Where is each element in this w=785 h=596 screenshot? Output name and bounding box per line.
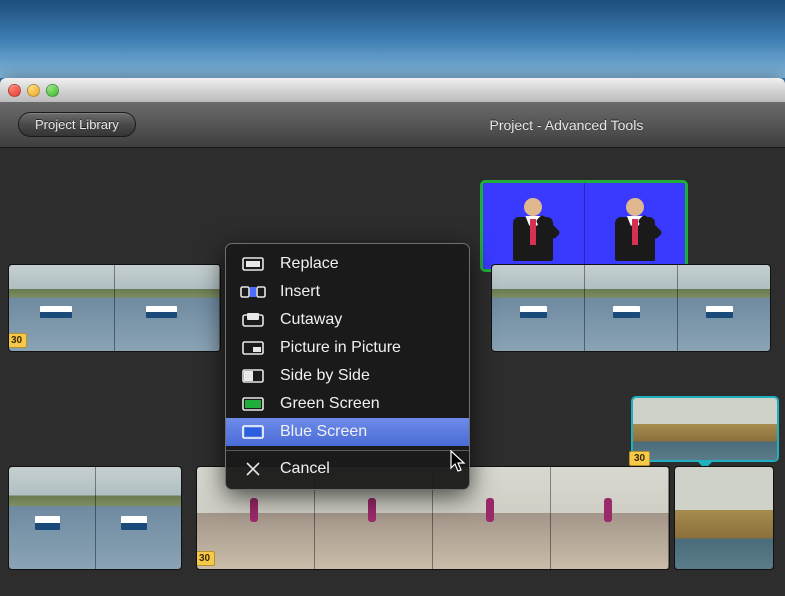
dragged-clip[interactable]	[480, 180, 688, 272]
drop-context-menu: Replace Insert Cutaway Picture in Pictur…	[225, 243, 470, 490]
toolbar: Project Library Project - Advanced Tools	[0, 102, 785, 148]
blue-screen-icon	[240, 423, 266, 441]
menu-item-label: Blue Screen	[280, 423, 367, 441]
duration-badge: 30	[196, 551, 215, 566]
clip-ferry-1[interactable]: 30	[8, 264, 221, 352]
clip-ferry-3[interactable]	[8, 466, 182, 570]
project-library-button[interactable]: Project Library	[18, 112, 136, 137]
pip-icon	[240, 339, 266, 357]
menu-item-blue-screen[interactable]: Blue Screen	[226, 418, 469, 446]
application-window: Project Library Project - Advanced Tools…	[0, 78, 785, 596]
zoom-icon[interactable]	[46, 84, 59, 97]
clip-cliff[interactable]	[674, 466, 774, 570]
cutaway-icon	[240, 311, 266, 329]
desktop-background	[0, 0, 785, 78]
menu-item-label: Insert	[280, 283, 320, 301]
project-title: Project - Advanced Tools	[366, 117, 767, 133]
insert-icon	[240, 283, 266, 301]
menu-item-replace[interactable]: Replace	[226, 250, 469, 278]
selected-clip[interactable]: 30	[631, 396, 779, 462]
menu-item-cutaway[interactable]: Cutaway	[226, 306, 469, 334]
menu-item-label: Side by Side	[280, 367, 370, 385]
side-by-side-icon	[240, 367, 266, 385]
menu-item-picture-in-picture[interactable]: Picture in Picture	[226, 334, 469, 362]
menu-item-label: Picture in Picture	[280, 339, 401, 357]
menu-separator	[226, 450, 469, 451]
menu-item-green-screen[interactable]: Green Screen	[226, 390, 469, 418]
close-icon[interactable]	[8, 84, 21, 97]
green-screen-icon	[240, 395, 266, 413]
menu-item-label: Replace	[280, 255, 339, 273]
menu-item-insert[interactable]: Insert	[226, 278, 469, 306]
duration-badge: 30	[8, 333, 27, 348]
cancel-icon	[240, 460, 266, 478]
menu-item-side-by-side[interactable]: Side by Side	[226, 362, 469, 390]
menu-item-label: Green Screen	[280, 395, 380, 413]
menu-item-cancel[interactable]: Cancel	[226, 455, 469, 483]
minimize-icon[interactable]	[27, 84, 40, 97]
clip-ferry-2[interactable]	[491, 264, 771, 352]
duration-badge: 30	[629, 451, 650, 466]
replace-icon	[240, 255, 266, 273]
project-timeline-area[interactable]: 30 30 30	[0, 148, 785, 596]
window-titlebar[interactable]	[0, 78, 785, 102]
menu-item-label: Cancel	[280, 460, 330, 478]
menu-item-label: Cutaway	[280, 311, 342, 329]
